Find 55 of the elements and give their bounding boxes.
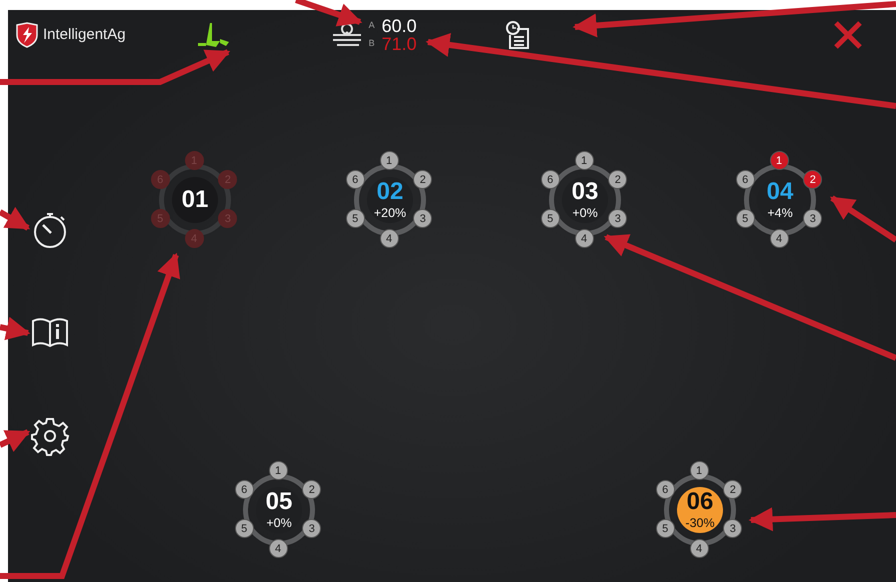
logo-icon xyxy=(15,22,39,48)
rate-adjustment: +0% xyxy=(266,516,292,530)
annotation-arrow xyxy=(0,206,30,231)
section-number: 03 xyxy=(572,180,598,204)
row-indicator[interactable]: 5 xyxy=(540,209,560,228)
section-dial[interactable]: 06 -30% xyxy=(677,487,723,533)
section-number: 01 xyxy=(182,188,208,212)
row-indicator[interactable]: 2 xyxy=(302,480,322,499)
row-indicator[interactable]: 5 xyxy=(234,519,254,538)
row-indicator[interactable]: 1 xyxy=(770,150,788,170)
row-indicator[interactable]: 3 xyxy=(413,209,432,228)
row-indicator[interactable]: 6 xyxy=(234,480,254,499)
row-indicator[interactable]: 5 xyxy=(736,209,755,228)
row-indicator[interactable]: 2 xyxy=(608,170,628,189)
rate-adjustment: +4% xyxy=(767,206,793,220)
row-indicator[interactable]: 6 xyxy=(346,170,365,189)
row-indicator[interactable]: 4 xyxy=(690,538,708,558)
section-dial[interactable]: 03 +0% xyxy=(562,177,608,223)
row-indicator[interactable]: 4 xyxy=(268,538,288,558)
row-indicator[interactable]: 1 xyxy=(574,150,594,170)
row-indicator[interactable]: 2 xyxy=(413,170,432,189)
row-indicator[interactable]: 6 xyxy=(656,480,675,499)
row-indicator[interactable]: 6 xyxy=(540,170,560,189)
settings-icon[interactable] xyxy=(30,416,70,456)
row-indicator[interactable]: 3 xyxy=(803,209,822,228)
rate-value: 60.0 xyxy=(382,17,417,35)
logo-text: IntelligentAg xyxy=(43,24,126,45)
row-indicator[interactable]: 2 xyxy=(803,170,822,189)
section-number: 06 xyxy=(686,490,714,514)
row-indicator[interactable]: 5 xyxy=(656,519,675,538)
row-indicator[interactable]: 1 xyxy=(690,460,708,480)
rate-adjustment: -30% xyxy=(685,516,715,530)
rate-adjustment: +0% xyxy=(572,206,598,220)
planter-icon[interactable] xyxy=(196,21,232,49)
section-number: 05 xyxy=(266,490,292,514)
rate-letter: A xyxy=(368,19,376,32)
close-icon[interactable] xyxy=(832,20,863,50)
row-indicator[interactable]: 2 xyxy=(723,480,742,499)
row-indicator[interactable]: 4 xyxy=(380,228,398,248)
section-number: 02 xyxy=(376,180,404,204)
row-indicator[interactable]: 3 xyxy=(608,209,628,228)
row-indicator[interactable]: 6 xyxy=(736,170,755,189)
annotation-arrow xyxy=(295,0,362,26)
row-indicator[interactable]: 3 xyxy=(302,519,322,538)
row-indicator[interactable]: 4 xyxy=(574,228,594,248)
row-indicator[interactable]: 5 xyxy=(346,209,365,228)
row-indicator[interactable]: 3 xyxy=(723,519,742,538)
row-indicator[interactable]: 1 xyxy=(380,150,398,170)
section-number: 04 xyxy=(766,180,794,204)
section-dial[interactable]: 02 +20% xyxy=(367,177,413,223)
rate-adjustment: +20% xyxy=(374,206,406,220)
row-indicator[interactable]: 1 xyxy=(268,460,288,480)
row-indicator[interactable]: 4 xyxy=(770,228,788,248)
rate-value: 71.0 xyxy=(382,35,417,53)
rate-letter: B xyxy=(368,37,376,50)
